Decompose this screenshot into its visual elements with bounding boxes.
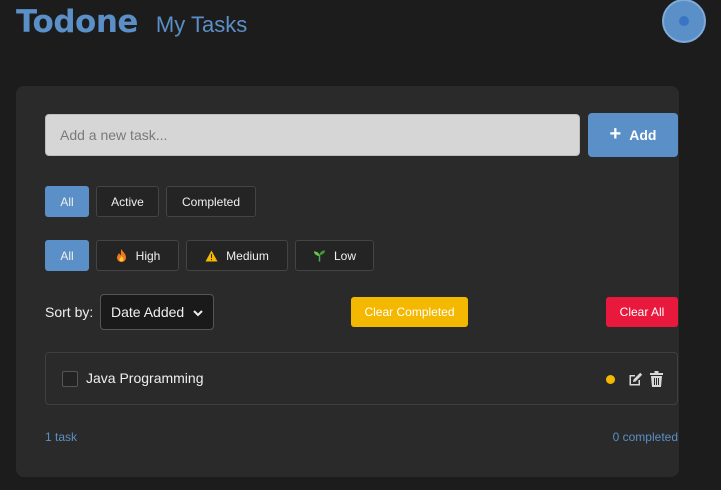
task-checkbox[interactable] [62,371,78,387]
filter-label: Low [333,248,356,263]
avatar[interactable] [662,0,706,43]
filter-label: All [60,248,74,263]
tasks-card: + Add All Active Completed All High Medi… [16,86,679,477]
clear-all-label: Clear All [619,305,665,319]
fire-icon [115,249,128,262]
avatar-dot [679,16,689,26]
filter-priority-medium[interactable]: Medium [186,240,288,271]
filter-status-completed[interactable]: Completed [166,186,256,217]
sort-label: Sort by: [45,304,94,320]
priority-indicator [606,375,615,384]
filter-priority-high[interactable]: High [96,240,179,271]
filter-label: High [135,248,161,263]
priority-filter-group: All High Medium Low [45,240,374,271]
filter-label: Active [111,194,144,209]
add-button-label: Add [629,127,657,143]
filter-priority-low[interactable]: Low [295,240,374,271]
sort-toolbar: Sort by: Date Added Clear Completed Clea… [45,294,678,330]
task-list: Java Programming [45,352,678,405]
seedling-icon [313,249,326,262]
clear-completed-button[interactable]: Clear Completed [351,297,468,327]
clear-completed-label: Clear Completed [364,305,455,319]
filter-status-all[interactable]: All [45,186,89,217]
task-count: 1 task [45,430,78,444]
edit-icon[interactable] [628,372,643,387]
sort-selected-value: Date Added [111,304,185,320]
warning-icon [205,249,218,262]
task-title: Java Programming [86,370,204,386]
completed-count: 0 completed [612,430,678,444]
clear-all-button[interactable]: Clear All [606,297,678,327]
add-task-button[interactable]: + Add [588,113,678,157]
app-header: Todone My Tasks [16,0,247,50]
sort-select[interactable]: Date Added [100,294,214,330]
filter-label: All [60,194,74,209]
plus-icon: + [609,123,622,145]
filter-label: Medium [226,248,269,263]
filter-priority-all[interactable]: All [45,240,89,271]
chevron-down-icon [193,304,203,320]
page-title: My Tasks [155,12,248,37]
filter-label: Completed [181,194,241,209]
brand-logo: Todone [16,4,138,40]
new-task-input[interactable] [45,114,580,156]
list-item: Java Programming [45,352,678,405]
filter-status-active[interactable]: Active [96,186,159,217]
status-filter-group: All Active Completed [45,186,256,217]
trash-icon[interactable] [650,371,663,387]
